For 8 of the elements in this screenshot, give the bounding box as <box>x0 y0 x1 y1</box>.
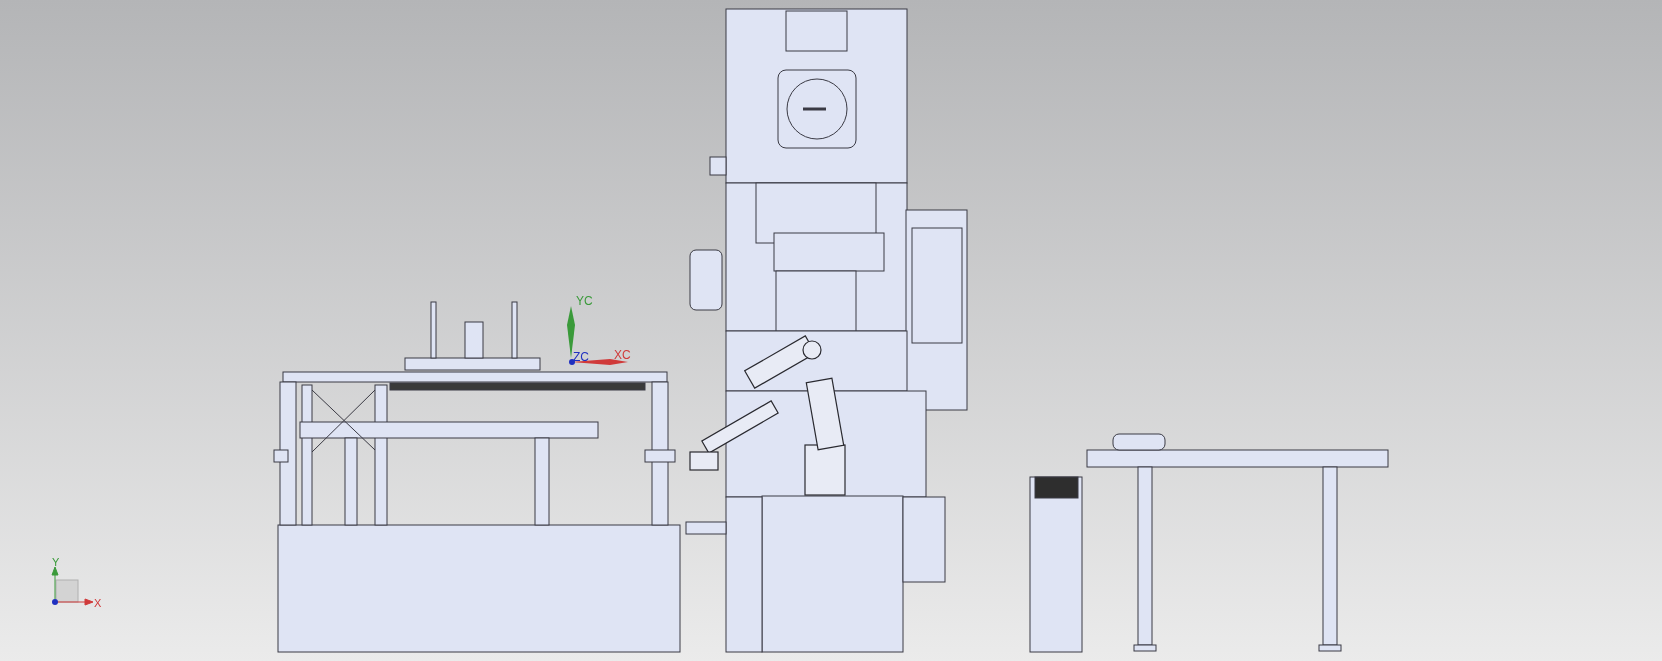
view-y-label: Y <box>52 556 60 568</box>
wcs-x-label: XC <box>614 348 631 362</box>
wcs-y-label: YC <box>576 294 593 308</box>
wcs-origin-icon <box>569 359 575 365</box>
view-cube-icon <box>55 579 79 603</box>
view-x-label: X <box>94 597 102 609</box>
wcs-z-label: ZC <box>573 350 589 364</box>
view-origin-icon <box>52 599 58 605</box>
